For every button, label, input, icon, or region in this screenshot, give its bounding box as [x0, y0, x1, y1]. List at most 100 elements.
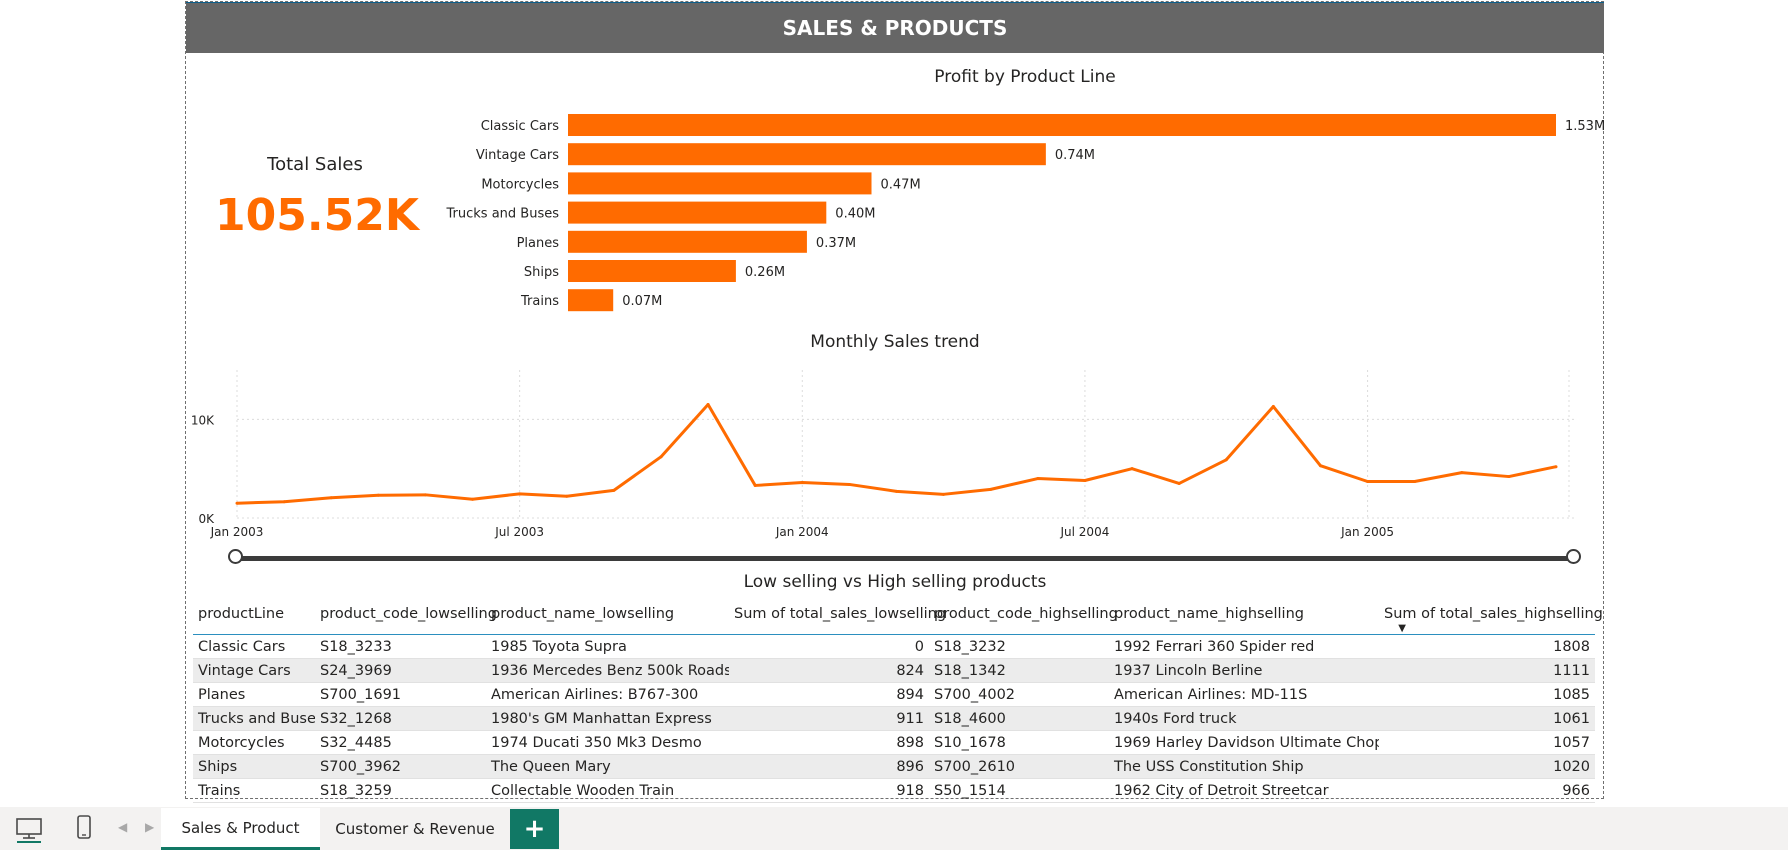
table-cell: 1085	[1553, 686, 1590, 703]
table-row[interactable]: Trains S18_3259 Collectable Wooden Train 91…	[193, 779, 1595, 803]
x-tick-label: Jan 2004	[775, 525, 829, 539]
data-point	[800, 480, 804, 484]
table-cell: 1937 Lincoln Berline	[1109, 658, 1379, 683]
table-cell: S700_3962	[315, 754, 486, 779]
table-row[interactable]: Planes S700_1691 American Airlines: B767-3…	[193, 683, 1595, 707]
table-cell: Trains	[198, 782, 241, 799]
chevron-left-icon[interactable]: ◀	[118, 820, 127, 834]
table-cell: S32_4485	[320, 734, 392, 751]
data-point	[471, 497, 475, 501]
table-cell: 1985 Toyota Supra	[491, 638, 627, 655]
add-page-button[interactable]: +	[510, 809, 559, 849]
table-cell: Ships	[193, 754, 315, 779]
table-cell: Planes	[198, 686, 246, 703]
table-header-row: productLine product_code_lowselling prod…	[193, 600, 1603, 635]
data-point	[282, 500, 286, 504]
column-header-sorted[interactable]: Sum of total_sales_highselling ▼	[1379, 600, 1603, 635]
desktop-icon[interactable]	[13, 813, 45, 843]
date-range-slider-end-handle[interactable]	[1566, 549, 1581, 564]
data-point	[753, 483, 757, 487]
data-point	[1318, 464, 1322, 468]
table-cell: 1111	[1379, 658, 1595, 683]
x-tick-label: Jul 2004	[1060, 525, 1110, 539]
table-cell: S32_1268	[315, 706, 486, 731]
table-cell: S18_1342	[929, 658, 1109, 683]
monthly-sales-line-chart[interactable]: 0K 10K Jan 2003 Jul 2003 Jan 2004 Jul 2004 Jan…	[0, 0, 1788, 545]
column-header[interactable]: product_code_highselling	[929, 600, 1118, 635]
date-range-slider-track[interactable]	[236, 556, 1574, 561]
table-cell: 1974 Ducati 350 Mk3 Desmo	[491, 734, 702, 751]
table-row[interactable]: Ships S700_3962 The Queen Mary 896 S700_2610…	[193, 754, 1595, 779]
tab-customer-and-revenue[interactable]: Customer & Revenue	[322, 808, 508, 850]
sort-descending-icon: ▼	[1398, 623, 1406, 634]
y-tick-label: 0K	[198, 512, 215, 526]
table-cell: 1992 Ferrari 360 Spider red	[1114, 638, 1315, 655]
column-header[interactable]: product_code_lowselling	[315, 600, 497, 635]
table-cell: 1020	[1379, 754, 1595, 779]
table-cell: 1057	[1553, 734, 1590, 751]
table-cell: S18_3259	[320, 782, 392, 799]
data-point	[235, 501, 239, 505]
data-point	[565, 494, 569, 498]
table-cell: Vintage Cars	[193, 658, 315, 683]
table-cell: Collectable Wooden Train	[491, 782, 675, 799]
data-point	[659, 455, 663, 459]
data-point	[1130, 467, 1134, 471]
table-row[interactable]: Vintage Cars S24_3969 1936 Mercedes Benz 5…	[193, 658, 1595, 683]
data-point	[612, 488, 616, 492]
table-cell: S10_1678	[934, 734, 1006, 751]
table-cell: Trucks and Buses	[193, 706, 315, 731]
data-point	[376, 493, 380, 497]
data-point	[989, 487, 993, 491]
date-range-slider-start-handle[interactable]	[228, 549, 243, 564]
data-point	[518, 492, 522, 496]
table-title: Low selling vs High selling products	[743, 572, 1047, 592]
table-row[interactable]: Motorcycles S32_4485 1974 Ducati 350 Mk3 D…	[193, 731, 1595, 755]
table-cell: 1969 Harley Davidson Ultimate Chopper	[1114, 734, 1379, 751]
x-tick-label: Jul 2003	[494, 525, 544, 539]
table-cell: 966	[1562, 782, 1590, 799]
data-point	[847, 482, 851, 486]
table-cell: S700_4002	[934, 686, 1016, 703]
column-header[interactable]: Sum of total_sales_lowselling	[729, 600, 946, 635]
data-point	[1366, 479, 1370, 483]
data-point	[1036, 477, 1040, 481]
table-cell: 1808	[1553, 638, 1590, 655]
table-cell: The USS Constitution Ship	[1109, 754, 1379, 779]
table-cell: 896	[729, 754, 929, 779]
table-cell: 0	[914, 638, 924, 655]
table-cell: S700_1691	[320, 686, 402, 703]
column-header-label: Sum of total_sales_highselling	[1384, 606, 1603, 622]
x-tick-label: Jan 2005	[1340, 525, 1394, 539]
table-row[interactable]: Trucks and Buses S32_1268 1980's GM Manhat…	[193, 706, 1595, 731]
data-point	[1554, 465, 1558, 469]
tab-sales-and-product[interactable]: Sales & Product	[161, 808, 320, 850]
column-header[interactable]: product_name_highselling	[1109, 600, 1379, 635]
y-tick-label: 10K	[191, 413, 215, 427]
table-cell: 1061	[1379, 706, 1595, 731]
column-header[interactable]: productLine	[193, 600, 315, 635]
table-cell: 1940s Ford truck	[1109, 706, 1379, 731]
mobile-icon[interactable]	[68, 813, 100, 843]
data-point	[1177, 481, 1181, 485]
table-cell: 898	[896, 734, 924, 751]
table-cell: Motorcycles	[198, 734, 285, 751]
data-point	[329, 496, 333, 500]
table-cell: 911	[729, 706, 929, 731]
data-point	[1507, 475, 1511, 479]
table-cell: S24_3969	[315, 658, 486, 683]
data-point	[706, 403, 710, 407]
table-cell: The Queen Mary	[486, 754, 729, 779]
table-cell: S700_2610	[929, 754, 1109, 779]
table-cell: American Airlines: B767-300	[491, 686, 699, 703]
chevron-right-icon[interactable]: ▶	[145, 820, 154, 834]
table-cell: 824	[729, 658, 929, 683]
products-table[interactable]: productLine product_code_lowselling prod…	[193, 600, 1603, 803]
column-header[interactable]: product_name_lowselling	[486, 600, 729, 635]
data-point	[1413, 479, 1417, 483]
data-point	[423, 493, 427, 497]
table-row[interactable]: Classic Cars S18_3233 1985 Toyota Supra 0 S1…	[193, 635, 1595, 659]
data-point	[1224, 458, 1228, 462]
data-point	[895, 489, 898, 493]
data-point	[1271, 405, 1275, 409]
